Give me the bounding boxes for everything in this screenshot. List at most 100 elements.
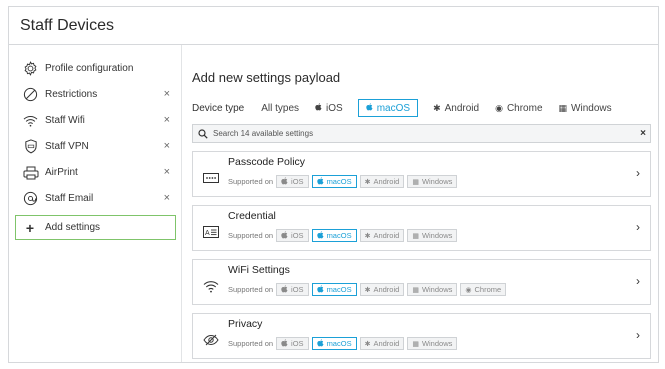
plus-icon: + bbox=[25, 219, 35, 236]
filter-chrome[interactable]: ◉ Chrome bbox=[494, 99, 543, 117]
platform-chip-android: ✱ Android bbox=[359, 337, 405, 350]
sidebar-item-staff-email[interactable]: Staff Email × bbox=[15, 186, 176, 211]
platform-chip-ios: iOS bbox=[276, 175, 309, 188]
gear-icon bbox=[22, 60, 39, 77]
sidebar-item-label: Profile configuration bbox=[45, 63, 134, 74]
remove-staff-email-button[interactable]: × bbox=[164, 191, 170, 205]
svg-text:A: A bbox=[205, 230, 210, 237]
platform-chip-macos: macOS bbox=[311, 283, 357, 296]
sidebar-item-label: AirPrint bbox=[45, 167, 78, 178]
supported-on-label: Supported on bbox=[228, 285, 274, 294]
platform-chip-ios: iOS bbox=[276, 337, 309, 350]
filter-macos[interactable]: macOS bbox=[357, 99, 419, 117]
windows-icon: ▦ bbox=[412, 232, 419, 240]
supported-on-label: Supported on bbox=[228, 231, 274, 240]
windows-icon: ▦ bbox=[558, 102, 568, 113]
platform-chip-android: ✱ Android bbox=[359, 283, 405, 296]
restriction-icon bbox=[22, 86, 39, 103]
platform-chip-windows: ▦ Windows bbox=[407, 283, 458, 296]
sidebar-item-label: Add settings bbox=[45, 222, 101, 233]
chevron-right-icon: › bbox=[636, 220, 640, 234]
search-icon bbox=[193, 128, 213, 139]
supported-on-label: Supported on bbox=[228, 339, 274, 348]
platform-chip-macos: macOS bbox=[311, 175, 357, 188]
sidebar-item-staff-wifi[interactable]: Staff Wifi × bbox=[15, 108, 176, 133]
keypad-icon bbox=[193, 173, 228, 183]
windows-icon: ▦ bbox=[412, 178, 419, 186]
sidebar-item-restrictions[interactable]: Restrictions × bbox=[15, 82, 176, 107]
settings-card-credential[interactable]: A Credential Supported on iOS macOS ✱ And… bbox=[192, 205, 651, 251]
apple-icon bbox=[316, 284, 324, 295]
wifi-icon bbox=[193, 279, 228, 293]
chrome-icon: ◉ bbox=[495, 102, 503, 113]
sidebar-item-airprint[interactable]: AirPrint × bbox=[15, 160, 176, 185]
android-icon: ✱ bbox=[364, 286, 371, 294]
remove-airprint-button[interactable]: × bbox=[164, 165, 170, 179]
device-type-label: Device type bbox=[192, 102, 245, 114]
card-title: Privacy bbox=[228, 318, 263, 330]
filter-all-types[interactable]: All types bbox=[260, 99, 300, 117]
platform-chip-windows: ▦ Windows bbox=[407, 337, 458, 350]
platform-chip-ios: iOS bbox=[276, 283, 309, 296]
email-icon bbox=[22, 190, 39, 207]
platform-chip-windows: ▦ Windows bbox=[407, 175, 458, 188]
eye-slash-icon bbox=[193, 334, 228, 346]
page-title: Staff Devices bbox=[9, 7, 658, 45]
android-icon: ✱ bbox=[364, 178, 371, 186]
apple-icon bbox=[316, 176, 324, 187]
apple-icon bbox=[281, 176, 288, 187]
remove-staff-wifi-button[interactable]: × bbox=[164, 113, 170, 127]
windows-icon: ▦ bbox=[412, 286, 419, 294]
card-title: Passcode Policy bbox=[228, 156, 306, 168]
apple-icon bbox=[315, 103, 322, 113]
sidebar-item-label: Restrictions bbox=[45, 89, 98, 100]
android-icon: ✱ bbox=[364, 340, 371, 348]
device-type-filter: Device type All types iOS macOS ✱ Android… bbox=[192, 98, 651, 118]
remove-restrictions-button[interactable]: × bbox=[164, 87, 170, 101]
platform-chip-android: ✱ Android bbox=[359, 175, 405, 188]
remove-staff-vpn-button[interactable]: × bbox=[164, 139, 170, 153]
platform-chip-ios: iOS bbox=[276, 229, 309, 242]
apple-icon bbox=[281, 338, 288, 349]
wifi-icon bbox=[22, 112, 39, 129]
sidebar-item-profile-configuration[interactable]: Profile configuration bbox=[15, 56, 176, 81]
platform-chip-chrome: ◉ Chrome bbox=[460, 283, 507, 296]
sidebar: Profile configuration Restrictions × Sta… bbox=[9, 45, 182, 362]
id-card-icon: A bbox=[193, 226, 228, 238]
android-icon: ✱ bbox=[433, 102, 441, 113]
chevron-right-icon: › bbox=[636, 274, 640, 288]
main-panel: Add new settings payload Device type All… bbox=[182, 45, 658, 362]
apple-icon bbox=[316, 338, 324, 349]
apple-icon bbox=[316, 230, 324, 241]
platform-chip-macos: macOS bbox=[311, 337, 357, 350]
filter-ios[interactable]: iOS bbox=[314, 99, 344, 117]
panel-title: Add new settings payload bbox=[192, 70, 341, 85]
search-bar: Search 14 available settings × bbox=[192, 124, 651, 143]
filter-windows[interactable]: ▦ Windows bbox=[558, 99, 613, 117]
windows-icon: ▦ bbox=[412, 340, 419, 348]
supported-on-label: Supported on bbox=[228, 177, 274, 186]
platform-chip-windows: ▦ Windows bbox=[407, 229, 458, 242]
platform-chip-macos: macOS bbox=[311, 229, 357, 242]
settings-card-privacy[interactable]: Privacy Supported on iOS macOS ✱ Android … bbox=[192, 313, 651, 359]
apple-icon bbox=[281, 230, 288, 241]
chevron-right-icon: › bbox=[636, 328, 640, 342]
sidebar-item-staff-vpn[interactable]: Staff VPN × bbox=[15, 134, 176, 159]
search-input[interactable]: Search 14 available settings bbox=[213, 129, 313, 138]
card-title: Credential bbox=[228, 210, 276, 222]
card-title: WiFi Settings bbox=[228, 264, 290, 276]
sidebar-item-label: Staff Email bbox=[45, 193, 94, 204]
apple-icon bbox=[366, 103, 373, 113]
sidebar-item-label: Staff VPN bbox=[45, 141, 89, 152]
filter-android[interactable]: ✱ Android bbox=[432, 99, 480, 117]
settings-card-passcode-policy[interactable]: Passcode Policy Supported on iOS macOS ✱… bbox=[192, 151, 651, 197]
clear-search-button[interactable]: × bbox=[640, 128, 646, 139]
vpn-shield-icon bbox=[22, 138, 39, 155]
settings-card-wifi-settings[interactable]: WiFi Settings Supported on iOS macOS ✱ An… bbox=[192, 259, 651, 305]
apple-icon bbox=[281, 284, 288, 295]
chrome-icon: ◉ bbox=[465, 286, 472, 294]
add-settings-button[interactable]: + Add settings bbox=[15, 215, 176, 240]
chevron-right-icon: › bbox=[636, 166, 640, 180]
sidebar-item-label: Staff Wifi bbox=[45, 115, 85, 126]
settings-window: Staff Devices Profile configuration Rest… bbox=[8, 6, 659, 363]
